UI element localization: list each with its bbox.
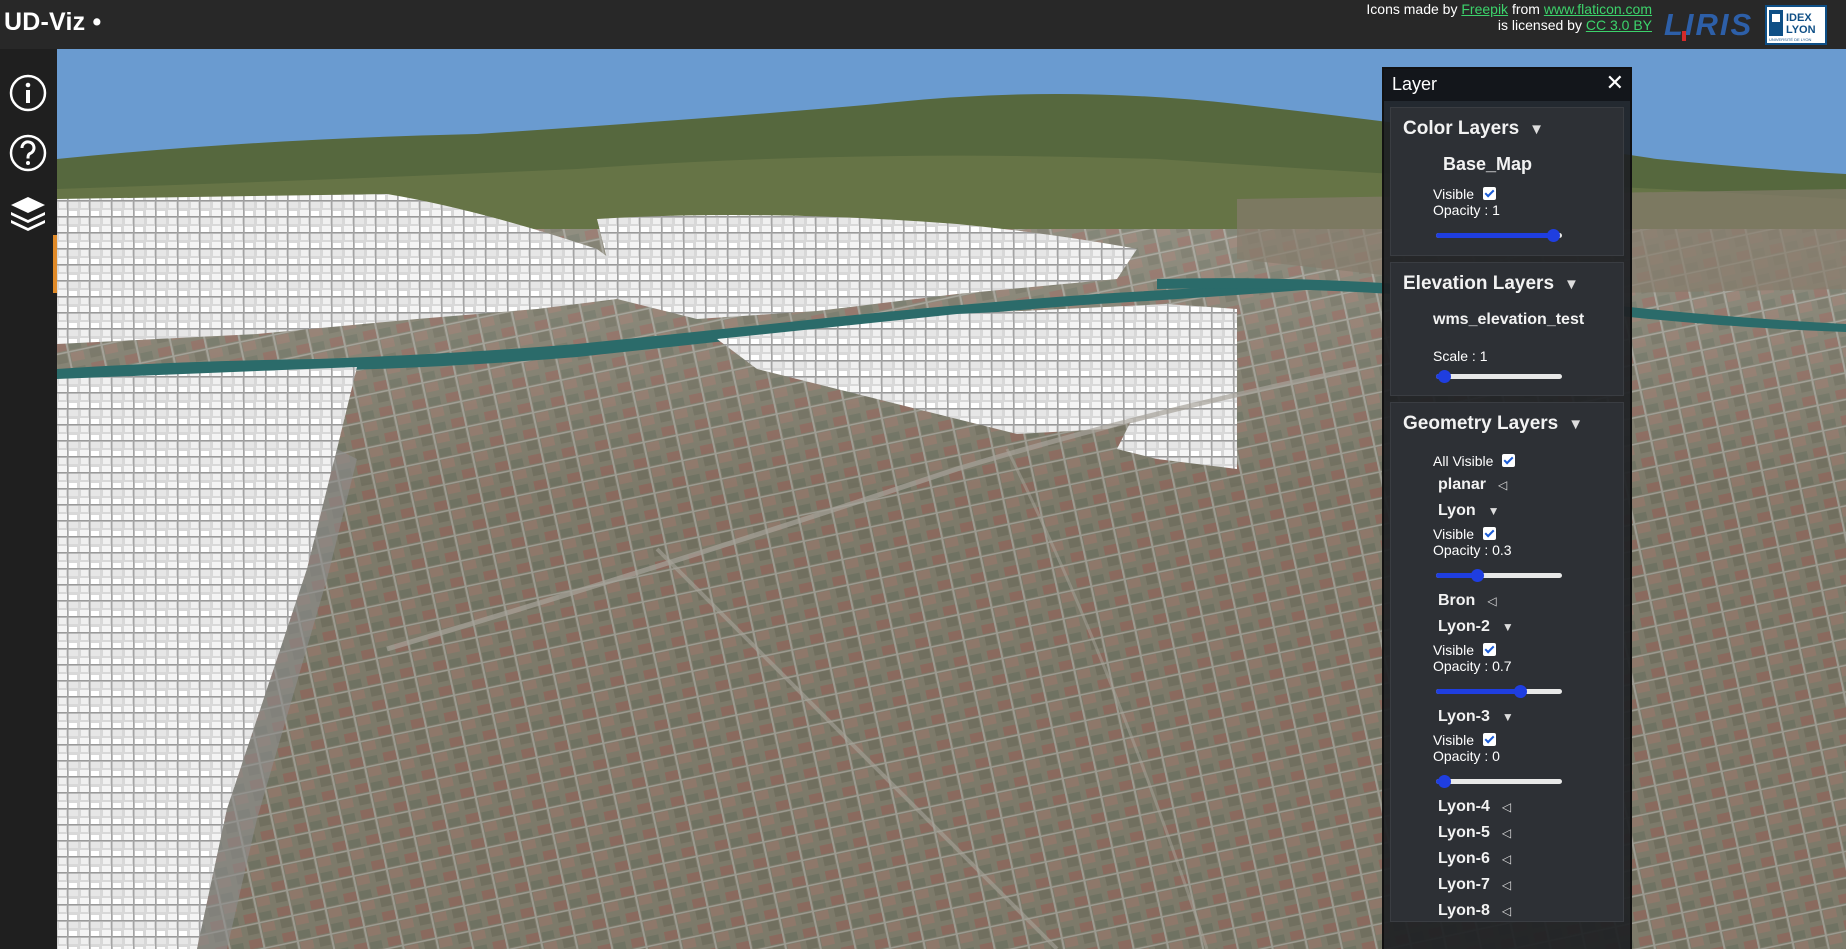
geometry-layer-lyon-8[interactable]: Lyon-8 ◁ xyxy=(1438,902,1511,920)
chevron-down-icon: ▼ xyxy=(1501,710,1514,724)
slider-knob[interactable] xyxy=(1438,775,1451,788)
universite-logo-text: UNIVERSITÉ DE LYON xyxy=(1769,37,1811,42)
geometry-layer-name: planar xyxy=(1438,476,1487,493)
elevation-layer-name: wms_elevation_test xyxy=(1433,311,1585,328)
elevation-layers-toggle[interactable]: Elevation Layers ▼ xyxy=(1391,263,1623,303)
elevation-layers-section: Elevation Layers ▼ wms_elevation_test Sca… xyxy=(1390,262,1624,396)
layers-icon xyxy=(11,197,45,231)
geometry-visible-label: Visible xyxy=(1433,732,1474,748)
chevron-left-icon: ◁ xyxy=(1501,904,1512,918)
slider-fill xyxy=(1436,233,1553,238)
slider-knob[interactable] xyxy=(1547,229,1560,242)
geometry-layers-title: Geometry Layers xyxy=(1403,413,1559,434)
icon-credits: Icons made by Freepik from www.flaticon.… xyxy=(1366,1,1652,33)
credits-prefix: Icons made by xyxy=(1366,1,1458,17)
info-icon xyxy=(9,74,47,112)
layers-button[interactable] xyxy=(8,193,48,233)
geometry-opacity-slider[interactable] xyxy=(1436,775,1562,788)
all-visible-checkbox[interactable] xyxy=(1502,454,1516,467)
geometry-layer-lyon-2[interactable]: Lyon-2 ▼ xyxy=(1438,618,1514,636)
chevron-left-icon: ◁ xyxy=(1498,478,1508,492)
credits-from: from xyxy=(1511,1,1540,17)
geometry-layer-lyon-5[interactable]: Lyon-5 ◁ xyxy=(1438,824,1511,842)
color-layers-title: Color Layers xyxy=(1403,118,1520,139)
chevron-down-icon: ▼ xyxy=(1564,276,1579,293)
elevation-scale-slider[interactable] xyxy=(1436,370,1562,383)
chevron-left-icon: ◁ xyxy=(1487,594,1497,608)
color-layers-section: Color Layers ▼ Base_Map Visible Opacity :… xyxy=(1390,107,1624,256)
geometry-layer-name: Lyon-2 xyxy=(1438,618,1490,635)
geometry-layer-name: Lyon-5 xyxy=(1438,824,1490,841)
chevron-down-icon: ▼ xyxy=(1568,416,1584,433)
geometry-layer-bron[interactable]: Bron ◁ xyxy=(1438,592,1497,610)
slider-knob[interactable] xyxy=(1438,370,1451,383)
geometry-visible-checkbox[interactable] xyxy=(1483,643,1496,656)
info-button[interactable] xyxy=(8,73,48,113)
geometry-visible-checkbox[interactable] xyxy=(1483,527,1496,540)
geometry-layer-name: Lyon xyxy=(1438,502,1476,519)
geometry-layer-lyon-3[interactable]: Lyon-3 ▼ xyxy=(1438,708,1514,726)
app-title: UD-Viz • xyxy=(4,8,102,36)
base-map-visible-label: Visible xyxy=(1433,186,1474,202)
help-button[interactable] xyxy=(8,133,48,173)
base-map-opacity-slider[interactable] xyxy=(1436,229,1562,242)
close-icon[interactable]: ✕ xyxy=(1606,72,1624,94)
liris-logo: LIRIS xyxy=(1664,7,1753,42)
geometry-layer-lyon-7[interactable]: Lyon-7 ◁ xyxy=(1438,876,1511,894)
base-map-opacity-label: Opacity : 1 xyxy=(1433,202,1500,218)
base-map-visible-checkbox[interactable] xyxy=(1483,187,1496,200)
geometry-layer-lyon-4[interactable]: Lyon-4 ◁ xyxy=(1438,798,1511,816)
chevron-left-icon: ◁ xyxy=(1501,852,1512,866)
idex-logo-text: IDEX xyxy=(1786,12,1812,24)
geometry-layer-name: Lyon-8 xyxy=(1438,902,1490,919)
layer-panel-header: Layer ✕ xyxy=(1384,69,1630,101)
chevron-left-icon: ◁ xyxy=(1501,826,1512,840)
flaticon-link[interactable]: www.flaticon.com xyxy=(1544,1,1652,17)
geometry-layer-lyon-6[interactable]: Lyon-6 ◁ xyxy=(1438,850,1511,868)
geometry-opacity-label: Opacity : 0.7 xyxy=(1433,658,1512,674)
help-icon xyxy=(9,134,47,172)
geometry-opacity-label: Opacity : 0.3 xyxy=(1433,542,1512,558)
all-visible-label: All Visible xyxy=(1433,453,1494,469)
geometry-visible-checkbox[interactable] xyxy=(1483,733,1496,746)
chevron-left-icon: ◁ xyxy=(1501,878,1512,892)
top-bar: UD-Viz • Icons made by Freepik from www.… xyxy=(0,0,1846,49)
elevation-layers-title: Elevation Layers xyxy=(1403,273,1555,294)
geometry-layers-section: Geometry Layers ▼ All Visible planar ◁ Lyon… xyxy=(1390,402,1624,922)
layer-panel: Layer ✕ Color Layers ▼ Base_Map Visible O… xyxy=(1382,67,1632,949)
geometry-layer-name: Lyon-3 xyxy=(1438,708,1490,725)
freepik-link[interactable]: Freepik xyxy=(1461,1,1508,17)
liris-logo-text: LIRIS xyxy=(1664,7,1753,42)
chevron-down-icon: ▼ xyxy=(1487,504,1500,518)
geometry-layer-lyon[interactable]: Lyon ▼ xyxy=(1438,502,1500,520)
geometry-visible-label: Visible xyxy=(1433,526,1474,542)
geometry-layer-name: Lyon-4 xyxy=(1438,798,1490,815)
color-layers-toggle[interactable]: Color Layers ▼ xyxy=(1391,108,1623,148)
slider-knob[interactable] xyxy=(1470,569,1484,582)
chevron-down-icon: ▼ xyxy=(1501,620,1514,634)
geometry-visible-label: Visible xyxy=(1433,642,1474,658)
geometry-opacity-slider[interactable] xyxy=(1436,685,1562,698)
layer-panel-title: Layer xyxy=(1392,74,1438,94)
idex-lyon-logo: IDEX LYON UNIVERSITÉ DE LYON xyxy=(1765,5,1827,45)
geometry-layer-name: Bron xyxy=(1438,592,1476,609)
credits-license-prefix: is licensed by xyxy=(1497,17,1582,33)
chevron-left-icon: ◁ xyxy=(1501,800,1512,814)
geometry-layers-toggle[interactable]: Geometry Layers ▼ xyxy=(1391,403,1623,443)
slider-knob[interactable] xyxy=(1514,685,1528,698)
elevation-scale-label: Scale : 1 xyxy=(1433,348,1488,364)
geometry-layer-planar[interactable]: planar ◁ xyxy=(1438,476,1507,494)
geometry-layer-name: Lyon-6 xyxy=(1438,850,1490,867)
base-map-name: Base_Map xyxy=(1443,154,1533,174)
slider-fill xyxy=(1436,689,1521,694)
left-sidebar xyxy=(0,49,57,949)
geometry-opacity-label: Opacity : 0 xyxy=(1433,748,1500,764)
geometry-layer-name: Lyon-7 xyxy=(1438,876,1490,893)
geometry-opacity-slider[interactable] xyxy=(1436,569,1562,582)
chevron-down-icon: ▼ xyxy=(1529,121,1545,138)
license-link[interactable]: CC 3.0 BY xyxy=(1586,17,1652,33)
lyon-logo-text: LYON xyxy=(1786,24,1816,36)
